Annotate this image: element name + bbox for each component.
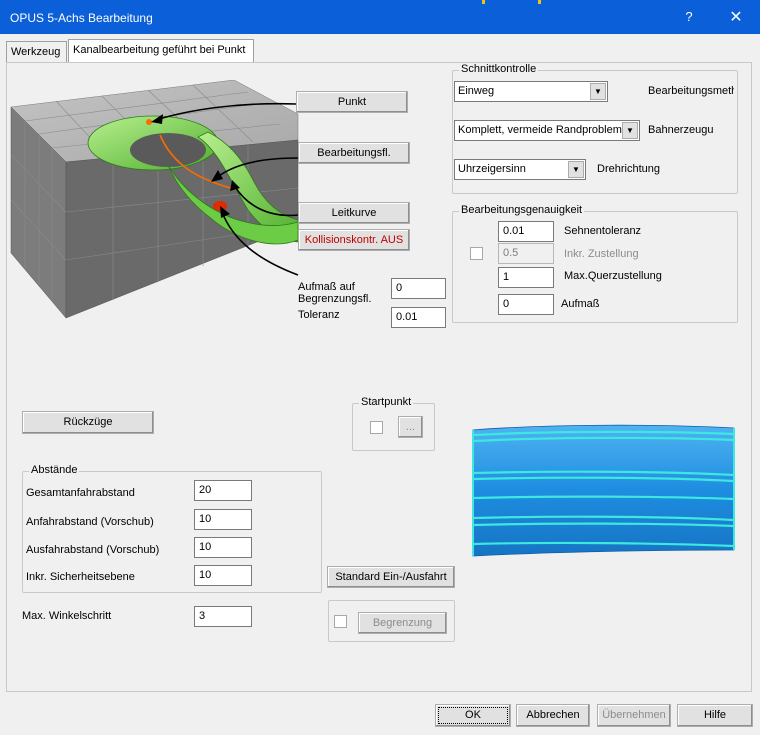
tab-kanalbearbeitung[interactable]: Kanalbearbeitung geführt bei Punkt (68, 39, 254, 63)
bearbeitungsmethode-label: Bearbeitungsmeth (648, 85, 734, 97)
apply-button[interactable]: Übernehmen (597, 704, 671, 727)
aufmass-label: Aufmaß (561, 298, 600, 310)
aufmass-begrenzung-label: Aufmaß auf Begrenzungsfl. (298, 281, 372, 305)
standard-ein-ausfahrt-button[interactable]: Standard Ein-/Ausfahrt (327, 566, 455, 588)
cancel-button[interactable]: Abbrechen (516, 704, 590, 727)
aufmass-begrenzung-field[interactable]: 0 (391, 278, 446, 299)
chevron-down-icon: ▼ (568, 161, 584, 178)
chevron-down-icon: ▼ (622, 122, 638, 139)
sehnentoleranz-field[interactable]: 0.01 (498, 221, 554, 242)
inkr-zustellung-label: Inkr. Zustellung (564, 248, 639, 260)
select-value: Uhrzeigersinn (458, 163, 526, 175)
ausfahrabstand-field[interactable]: 10 (194, 537, 252, 558)
gesamtanfahrabstand-label: Gesamtanfahrabstand (26, 487, 135, 499)
select-value: Komplett, vermeide Randprobleme (458, 124, 624, 136)
max-winkelschritt-field[interactable]: 3 (194, 606, 252, 627)
aufmass-field[interactable]: 0 (498, 294, 554, 315)
bahnerzeugung-label: Bahnerzeugu (648, 124, 714, 136)
channel-machining-illustration (10, 80, 299, 319)
window-title: OPUS 5-Achs Bearbeitung (10, 11, 153, 25)
sicherheitsebene-field[interactable]: 10 (194, 565, 252, 586)
inkr-zustellung-checkbox[interactable] (470, 247, 483, 260)
help-button[interactable]: Hilfe (677, 704, 753, 727)
inkr-zustellung-field[interactable]: 0.5 (498, 243, 554, 264)
toleranz-field[interactable]: 0.01 (391, 307, 446, 328)
begrenzung-button[interactable]: Begrenzung (358, 612, 447, 634)
drehrichtung-select[interactable]: Uhrzeigersinn ▼ (454, 159, 586, 180)
gesamtanfahrabstand-field[interactable]: 20 (194, 480, 252, 501)
schnittkontrolle-legend: Schnittkontrolle (459, 63, 539, 75)
drehrichtung-label: Drehrichtung (597, 163, 660, 175)
ausfahrabstand-label: Ausfahrabstand (Vorschub) (26, 544, 160, 556)
bahnerzeugung-select[interactable]: Komplett, vermeide Randprobleme ▼ (454, 120, 640, 141)
tab-werkzeug[interactable]: Werkzeug (6, 41, 67, 63)
title-decoration (482, 0, 485, 4)
title-decoration (538, 0, 541, 4)
sehnentoleranz-label: Sehnentoleranz (564, 225, 642, 237)
bearbeitungsflaeche-button[interactable]: Bearbeitungsfl. (298, 142, 410, 164)
begrenzung-checkbox[interactable] (334, 615, 347, 628)
toleranz-label: Toleranz (298, 309, 340, 321)
startpunkt-browse-button[interactable]: ... (398, 416, 423, 438)
bearbeitungsmethode-select[interactable]: Einweg ▼ (454, 81, 608, 102)
preview-surface (472, 424, 735, 557)
chevron-down-icon: ▼ (590, 83, 606, 100)
abstaende-legend: Abstände (29, 464, 80, 476)
leitkurve-button[interactable]: Leitkurve (298, 202, 410, 224)
close-icon[interactable]: ✕ (722, 7, 750, 27)
tab-label: Werkzeug (11, 46, 61, 58)
bearbeitungsgenauigkeit-legend: Bearbeitungsgenauigkeit (459, 204, 585, 216)
toolpath-preview (472, 424, 735, 557)
kollisionskontrolle-button[interactable]: Kollisionskontr. AUS (298, 229, 410, 251)
anfahrabstand-label: Anfahrabstand (Vorschub) (26, 516, 154, 528)
help-icon[interactable]: ? (681, 9, 697, 24)
anfahrabstand-field[interactable]: 10 (194, 509, 252, 530)
rueckzuege-button[interactable]: Rückzüge (22, 411, 154, 434)
max-winkelschritt-label: Max. Winkelschritt (22, 610, 112, 622)
startpunkt-checkbox[interactable] (370, 421, 383, 434)
punkt-button[interactable]: Punkt (296, 91, 408, 113)
title-bar: OPUS 5-Achs Bearbeitung ? ✕ (0, 0, 760, 34)
tab-label: Kanalbearbeitung geführt bei Punkt (73, 44, 246, 56)
ok-button[interactable]: OK (435, 704, 511, 727)
sicherheitsebene-label: Inkr. Sicherheitsebene (26, 571, 135, 583)
max-querzustellung-field[interactable]: 1 (498, 267, 554, 288)
max-querzustellung-label: Max.Querzustellung (564, 270, 662, 282)
startpunkt-legend: Startpunkt (359, 396, 414, 408)
select-value: Einweg (458, 85, 495, 97)
